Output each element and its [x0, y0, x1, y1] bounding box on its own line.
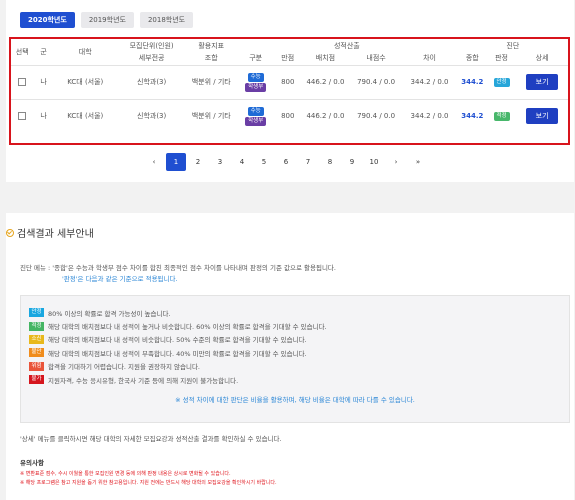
row-checkbox[interactable] [18, 112, 27, 121]
page-1[interactable]: 1 [166, 153, 186, 171]
results-table-frame: 선택 군 대학 모집단위(인원) 활용지표 성적산출 진단 세부전공 조합 구분… [9, 37, 570, 145]
tag-record: 학생부 [245, 83, 267, 92]
cell-full: 800 [275, 64, 301, 99]
cell-total: 344.2 [457, 98, 487, 133]
col-recruit: 모집단위(인원) [129, 41, 174, 50]
judge-badge: 적정 [493, 112, 510, 122]
cell-gun: 나 [33, 64, 54, 99]
legend-row: 불안 해당 대학의 배치점보다 내 성적이 부족합니다. 40% 미만의 확률로… [29, 346, 561, 359]
caution-title: 유의사항 [20, 459, 44, 467]
col-indicator: 활용지표 [198, 41, 225, 50]
next-page-button[interactable]: › [385, 153, 407, 171]
col-full: 만점 [281, 54, 295, 63]
cell-diff: 344.2 / 0.0 [401, 64, 458, 99]
col-gun: 군 [40, 47, 47, 56]
tab-2019[interactable]: 2019학년도 [80, 12, 134, 28]
page-3[interactable]: 3 [209, 153, 231, 171]
cell-mine: 790.4 / 0.0 [350, 98, 402, 133]
cell-recruit: 신학과(3) [116, 98, 187, 133]
detail-button[interactable]: 보기 [526, 108, 559, 125]
judge-legend: 안정 80% 이상의 확률로 합격 가능성이 높습니다. 적정 해당 대학의 배… [20, 295, 570, 423]
legend-note: ※ 성적 차이에 대한 판단은 비율을 활용하며, 해당 비율은 대학에 따라 … [175, 396, 415, 405]
col-score-calc: 성적산출 [333, 41, 360, 50]
legend-text: 해당 대학의 배치점보다 내 성적이 높거나 비슷합니다. 60% 이상의 확률… [48, 323, 327, 332]
section-title-text: 검색결과 세부안내 [17, 229, 94, 240]
cell-gun: 나 [33, 98, 54, 133]
legend-tag: 적정 [29, 321, 44, 331]
legend-tag: 소신 [29, 334, 44, 344]
caution-line-1: ※ 변환표준 점수, 수시 이월을 통한 모집인원 변경 등에 의해 판정 내용… [20, 471, 231, 477]
col-conv: 배치점 [315, 54, 336, 63]
section-title: 검색결과 세부안내 [6, 225, 94, 240]
detail-note: '상세' 메뉴를 클릭하시면 해당 대학의 자세한 모집요강과 성적산출 결과를… [20, 435, 282, 443]
legend-text: 합격을 기대하기 어렵습니다. 지원을 권장하지 않습니다. [48, 363, 201, 372]
table-row: 나 KC대 (서울) 신학과(3) 백분위 / 기타 수능 학생부 800 44… [11, 98, 568, 133]
legend-text: 해당 대학의 배치점보다 내 성적이 비슷합니다. 50% 수준의 확률로 합격… [48, 336, 307, 345]
caution-line-2: ※ 해당 프로그램은 참고 지원을 돕기 위한 참고용입니다. 지원 전에는 반… [20, 480, 277, 486]
legend-text: 지원자격, 수능 응시유형, 한국사 기준 등에 의해 지원이 불가능합니다. [48, 376, 239, 385]
cell-univ: KC대 (서울) [53, 98, 117, 133]
col-indicator-sub: 조합 [204, 54, 218, 63]
page-10[interactable]: 10 [363, 153, 385, 171]
intro-line-2: '판정'은 다음과 같은 기준으로 적용됩니다. [62, 275, 178, 283]
judge-badge: 안정 [493, 78, 510, 87]
tag-suneung: 수능 [247, 73, 264, 82]
legend-row: 불가 지원자격, 수능 응시유형, 한국사 기준 등에 의해 지원이 불가능합니… [29, 373, 561, 386]
cell-indicator: 백분위 / 기타 [186, 64, 236, 99]
page-2[interactable]: 2 [187, 153, 209, 171]
intro-line-1: 진단 메뉴 : '종합'은 수능과 학생부 점수 차이를 합친 최종적인 점수 … [20, 264, 336, 272]
tag-suneung: 수능 [247, 107, 264, 117]
col-verdict: 진단 [506, 41, 520, 50]
pagination: ‹ 1 2 3 4 5 6 7 8 9 10 › » [143, 153, 429, 171]
page-4[interactable]: 4 [231, 153, 253, 171]
cell-total: 344.2 [457, 64, 487, 99]
page-5[interactable]: 5 [253, 153, 275, 171]
cell-indicator: 백분위 / 기타 [186, 98, 236, 133]
cell-type: 수능 학생부 [236, 64, 276, 99]
tab-2020[interactable]: 2020학년도 [20, 12, 75, 28]
row-checkbox[interactable] [18, 78, 27, 86]
legend-row: 소신 해당 대학의 배치점보다 내 성적이 비슷합니다. 50% 수준의 확률로… [29, 333, 561, 346]
col-univ: 대학 [78, 47, 92, 56]
cell-univ: KC대 (서울) [53, 64, 117, 99]
legend-text: 해당 대학의 배치점보다 내 성적이 부족합니다. 40% 미만의 확률로 합격… [48, 349, 307, 358]
legend-row: 적정 해당 대학의 배치점보다 내 성적이 높거나 비슷합니다. 60% 이상의… [29, 319, 561, 332]
detail-button[interactable]: 보기 [526, 74, 559, 90]
col-total: 종합 [465, 54, 479, 63]
tab-2018[interactable]: 2018학년도 [139, 12, 194, 28]
legend-row: 위험 합격을 기대하기 어렵습니다. 지원을 권장하지 않습니다. [29, 360, 561, 373]
legend-row: 안정 80% 이상의 확률로 합격 가능성이 높습니다. [29, 306, 561, 319]
cell-conv: 446.2 / 0.0 [300, 98, 351, 133]
cell-conv: 446.2 / 0.0 [300, 64, 351, 99]
results-table: 선택 군 대학 모집단위(인원) 활용지표 성적산출 진단 세부전공 조합 구분… [11, 39, 568, 133]
legend-tag: 안정 [29, 308, 44, 318]
check-circle-icon [6, 228, 14, 237]
cell-full: 800 [275, 98, 301, 133]
legend-text: 80% 이상의 확률로 합격 가능성이 높습니다. [48, 309, 171, 318]
year-tabs: 2020학년도 2019학년도 2018학년도 [20, 12, 194, 28]
page-6[interactable]: 6 [275, 153, 297, 171]
cell-type: 수능 학생부 [236, 98, 276, 133]
col-judge: 판정 [495, 54, 508, 63]
cell-mine: 790.4 / 0.0 [350, 64, 402, 99]
cell-recruit: 신학과(3) [116, 64, 187, 99]
legend-tag: 불안 [29, 348, 44, 358]
table-row: 나 KC대 (서울) 신학과(3) 백분위 / 기타 수능 학생부 800 44… [11, 64, 568, 99]
last-page-button[interactable]: » [407, 153, 429, 171]
col-type: 구분 [249, 54, 263, 63]
page-8[interactable]: 8 [319, 153, 341, 171]
col-recruit-sub: 세부전공 [138, 54, 165, 63]
col-detail: 상세 [535, 54, 549, 63]
intro-text: 진단 메뉴 : '종합'은 수능과 학생부 점수 차이를 합친 최종적인 점수 … [20, 263, 560, 285]
page-9[interactable]: 9 [341, 153, 363, 171]
tag-record: 학생부 [245, 117, 267, 127]
legend-tag: 불가 [29, 375, 44, 385]
prev-page-button[interactable]: ‹ [143, 153, 165, 171]
legend-tag: 위험 [29, 361, 44, 371]
cell-diff: 344.2 / 0.0 [401, 98, 458, 133]
col-mine: 내점수 [366, 54, 386, 63]
page-7[interactable]: 7 [297, 153, 319, 171]
col-select: 선택 [15, 47, 29, 56]
col-diff: 차이 [423, 54, 436, 63]
